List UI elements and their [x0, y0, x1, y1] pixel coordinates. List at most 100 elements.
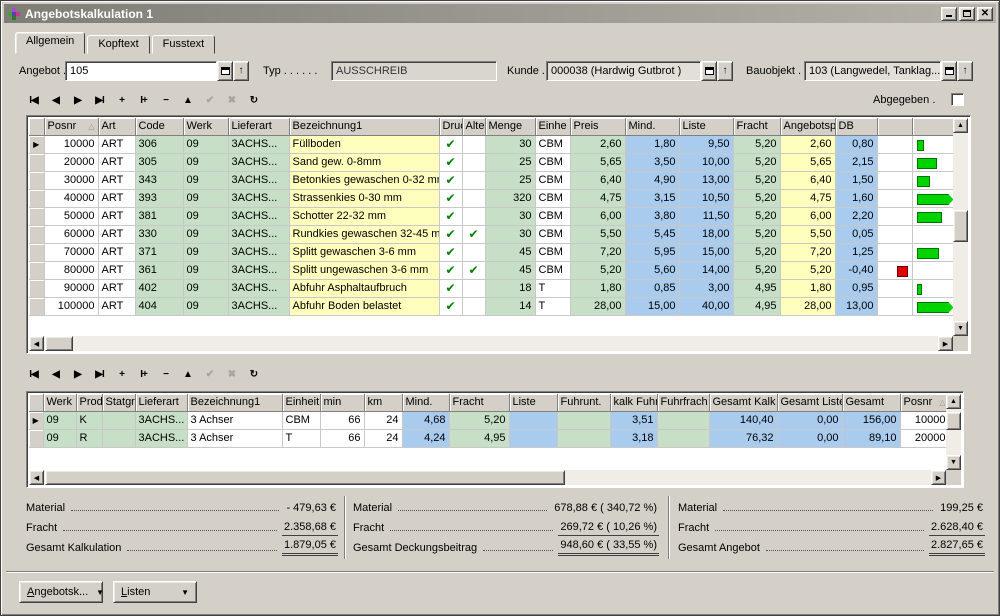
cell-liste[interactable]: 18,00	[679, 225, 733, 243]
cell-einheit[interactable]: CBM	[535, 261, 570, 279]
column-header-blank[interactable]	[29, 394, 43, 411]
cell-preis[interactable]: 5,50	[570, 225, 625, 243]
druck-check-icon[interactable]: ✔	[439, 171, 462, 189]
cell-gesamt-liste[interactable]: 0,00	[777, 429, 842, 447]
cell-einheit[interactable]: CBM	[535, 135, 570, 153]
cell-menge[interactable]: 45	[485, 243, 535, 261]
cell-preis[interactable]: 6,40	[570, 171, 625, 189]
cell-prod[interactable]: R	[76, 429, 102, 447]
alter-check-icon[interactable]	[462, 207, 485, 225]
cell-preis[interactable]: 28,00	[570, 297, 625, 315]
cell-angebotsp[interactable]: 4,75	[780, 189, 835, 207]
cell-code[interactable]: 402	[135, 279, 183, 297]
cell-posnr[interactable]: 100000	[44, 297, 98, 315]
column-header-mind-[interactable]: Mind.	[625, 118, 679, 135]
cell-einheit[interactable]: CBM	[535, 153, 570, 171]
cell-einheit[interactable]: CBM	[535, 243, 570, 261]
druck-check-icon[interactable]: ✔	[439, 297, 462, 315]
cell-red-flag[interactable]	[877, 261, 912, 279]
cell-code[interactable]: 371	[135, 243, 183, 261]
cell-red-flag[interactable]	[877, 153, 912, 171]
cell-mind[interactable]: 3,80	[625, 207, 679, 225]
cell-red-flag[interactable]	[877, 135, 912, 153]
druck-check-icon[interactable]: ✔	[439, 261, 462, 279]
cell-werk[interactable]: 09	[183, 297, 228, 315]
cell-werk[interactable]: 09	[183, 189, 228, 207]
cell-einheit[interactable]: CBM	[282, 411, 320, 429]
cell-mind[interactable]: 3,50	[625, 153, 679, 171]
column-header-liste[interactable]: Liste	[509, 394, 557, 411]
cell-liste[interactable]: 9,50	[679, 135, 733, 153]
cell-werk[interactable]: 09	[183, 135, 228, 153]
cell-fracht[interactable]: 4,95	[733, 297, 780, 315]
close-button[interactable]: ✕	[977, 7, 993, 21]
cell-db[interactable]: 0,95	[835, 279, 877, 297]
cell-db[interactable]: 1,50	[835, 171, 877, 189]
cell-fracht[interactable]: 5,20	[733, 171, 780, 189]
cell-liste[interactable]: 13,00	[679, 171, 733, 189]
table-row[interactable]: ▶10000ART306093ACHS...Füllboden✔30CBM2,6…	[29, 135, 953, 153]
cell-posnr[interactable]: 20000	[900, 429, 946, 447]
cell-bar[interactable]	[912, 297, 953, 315]
cell-lieferart[interactable]: 3ACHS...	[228, 225, 289, 243]
column-header-statgrp[interactable]: Statgrp	[102, 394, 135, 411]
cell-fracht[interactable]: 5,20	[449, 411, 509, 429]
cell-gesamt-kalk[interactable]: 140,40	[709, 411, 777, 429]
cell-gesamt[interactable]: 156,00	[842, 411, 900, 429]
listen-menu-button[interactable]: Listen▼	[113, 581, 197, 603]
cell-bezeichnung[interactable]: Strassenkies 0-30 mm	[289, 189, 439, 207]
insert-record-button[interactable]: +	[111, 91, 132, 109]
alter-check-icon[interactable]: ✔	[462, 261, 485, 279]
cell-db[interactable]: 1,60	[835, 189, 877, 207]
cell-lieferart[interactable]: 3ACHS...	[228, 171, 289, 189]
column-header-prod[interactable]: Prod	[76, 394, 102, 411]
edit-record-button[interactable]: ▲	[177, 91, 198, 109]
tab-fusstext[interactable]: Fusstext	[152, 35, 216, 54]
cell-preis[interactable]: 5,65	[570, 153, 625, 171]
cell-menge[interactable]: 30	[485, 207, 535, 225]
cell-posnr[interactable]: 40000	[44, 189, 98, 207]
kunde-open-button[interactable]: ↑	[717, 61, 733, 81]
cell-gesamt-kalk[interactable]: 76,32	[709, 429, 777, 447]
column-header-km[interactable]: km	[364, 394, 402, 411]
table-row[interactable]: 40000ART393093ACHS...Strassenkies 0-30 m…	[29, 189, 953, 207]
cell-liste[interactable]: 40,00	[679, 297, 733, 315]
cell-posnr[interactable]: 80000	[44, 261, 98, 279]
column-header-fracht[interactable]: Fracht	[733, 118, 780, 135]
cell-art[interactable]: ART	[98, 207, 135, 225]
cell-werk[interactable]: 09	[183, 225, 228, 243]
column-header-druc[interactable]: Druc	[439, 118, 462, 135]
column-header-fracht[interactable]: Fracht	[449, 394, 509, 411]
cell-angebotsp[interactable]: 6,40	[780, 171, 835, 189]
cell-bar[interactable]	[912, 243, 953, 261]
cell-bar[interactable]	[912, 261, 953, 279]
scroll-thumb[interactable]	[45, 470, 565, 485]
edit-record-button[interactable]: ▲	[177, 365, 198, 383]
cell-fracht[interactable]: 5,20	[733, 207, 780, 225]
cell-gesamt[interactable]: 89,10	[842, 429, 900, 447]
column-header-gesamt[interactable]: Gesamt	[842, 394, 900, 411]
scroll-thumb[interactable]	[946, 412, 961, 430]
cell-lieferart[interactable]: 3ACHS...	[228, 153, 289, 171]
cell-preis[interactable]: 5,20	[570, 261, 625, 279]
cell-art[interactable]: ART	[98, 153, 135, 171]
cell-code[interactable]: 330	[135, 225, 183, 243]
angebot-input[interactable]: 105	[65, 61, 217, 81]
column-header-db[interactable]: DB	[835, 118, 877, 135]
cell-preis[interactable]: 2,60	[570, 135, 625, 153]
cell-mind[interactable]: 15,00	[625, 297, 679, 315]
druck-check-icon[interactable]: ✔	[439, 279, 462, 297]
column-header-blank[interactable]	[912, 118, 953, 135]
cell-einheit[interactable]: T	[535, 279, 570, 297]
next-record-button[interactable]: ▶	[67, 91, 88, 109]
cell-preis[interactable]: 7,20	[570, 243, 625, 261]
append-record-button[interactable]: I+	[133, 365, 154, 383]
cell-lieferart[interactable]: 3ACHS...	[135, 411, 187, 429]
cell-red-flag[interactable]	[877, 243, 912, 261]
cell-db[interactable]: 0,05	[835, 225, 877, 243]
cell-bezeichnung[interactable]: 3 Achser	[187, 429, 282, 447]
cell-mind[interactable]: 1,80	[625, 135, 679, 153]
cell-db[interactable]: 0,80	[835, 135, 877, 153]
cell-liste[interactable]: 10,00	[679, 153, 733, 171]
table-row[interactable]: 09R3ACHS...3 AchserT66244,244,953,1876,3…	[29, 429, 946, 447]
